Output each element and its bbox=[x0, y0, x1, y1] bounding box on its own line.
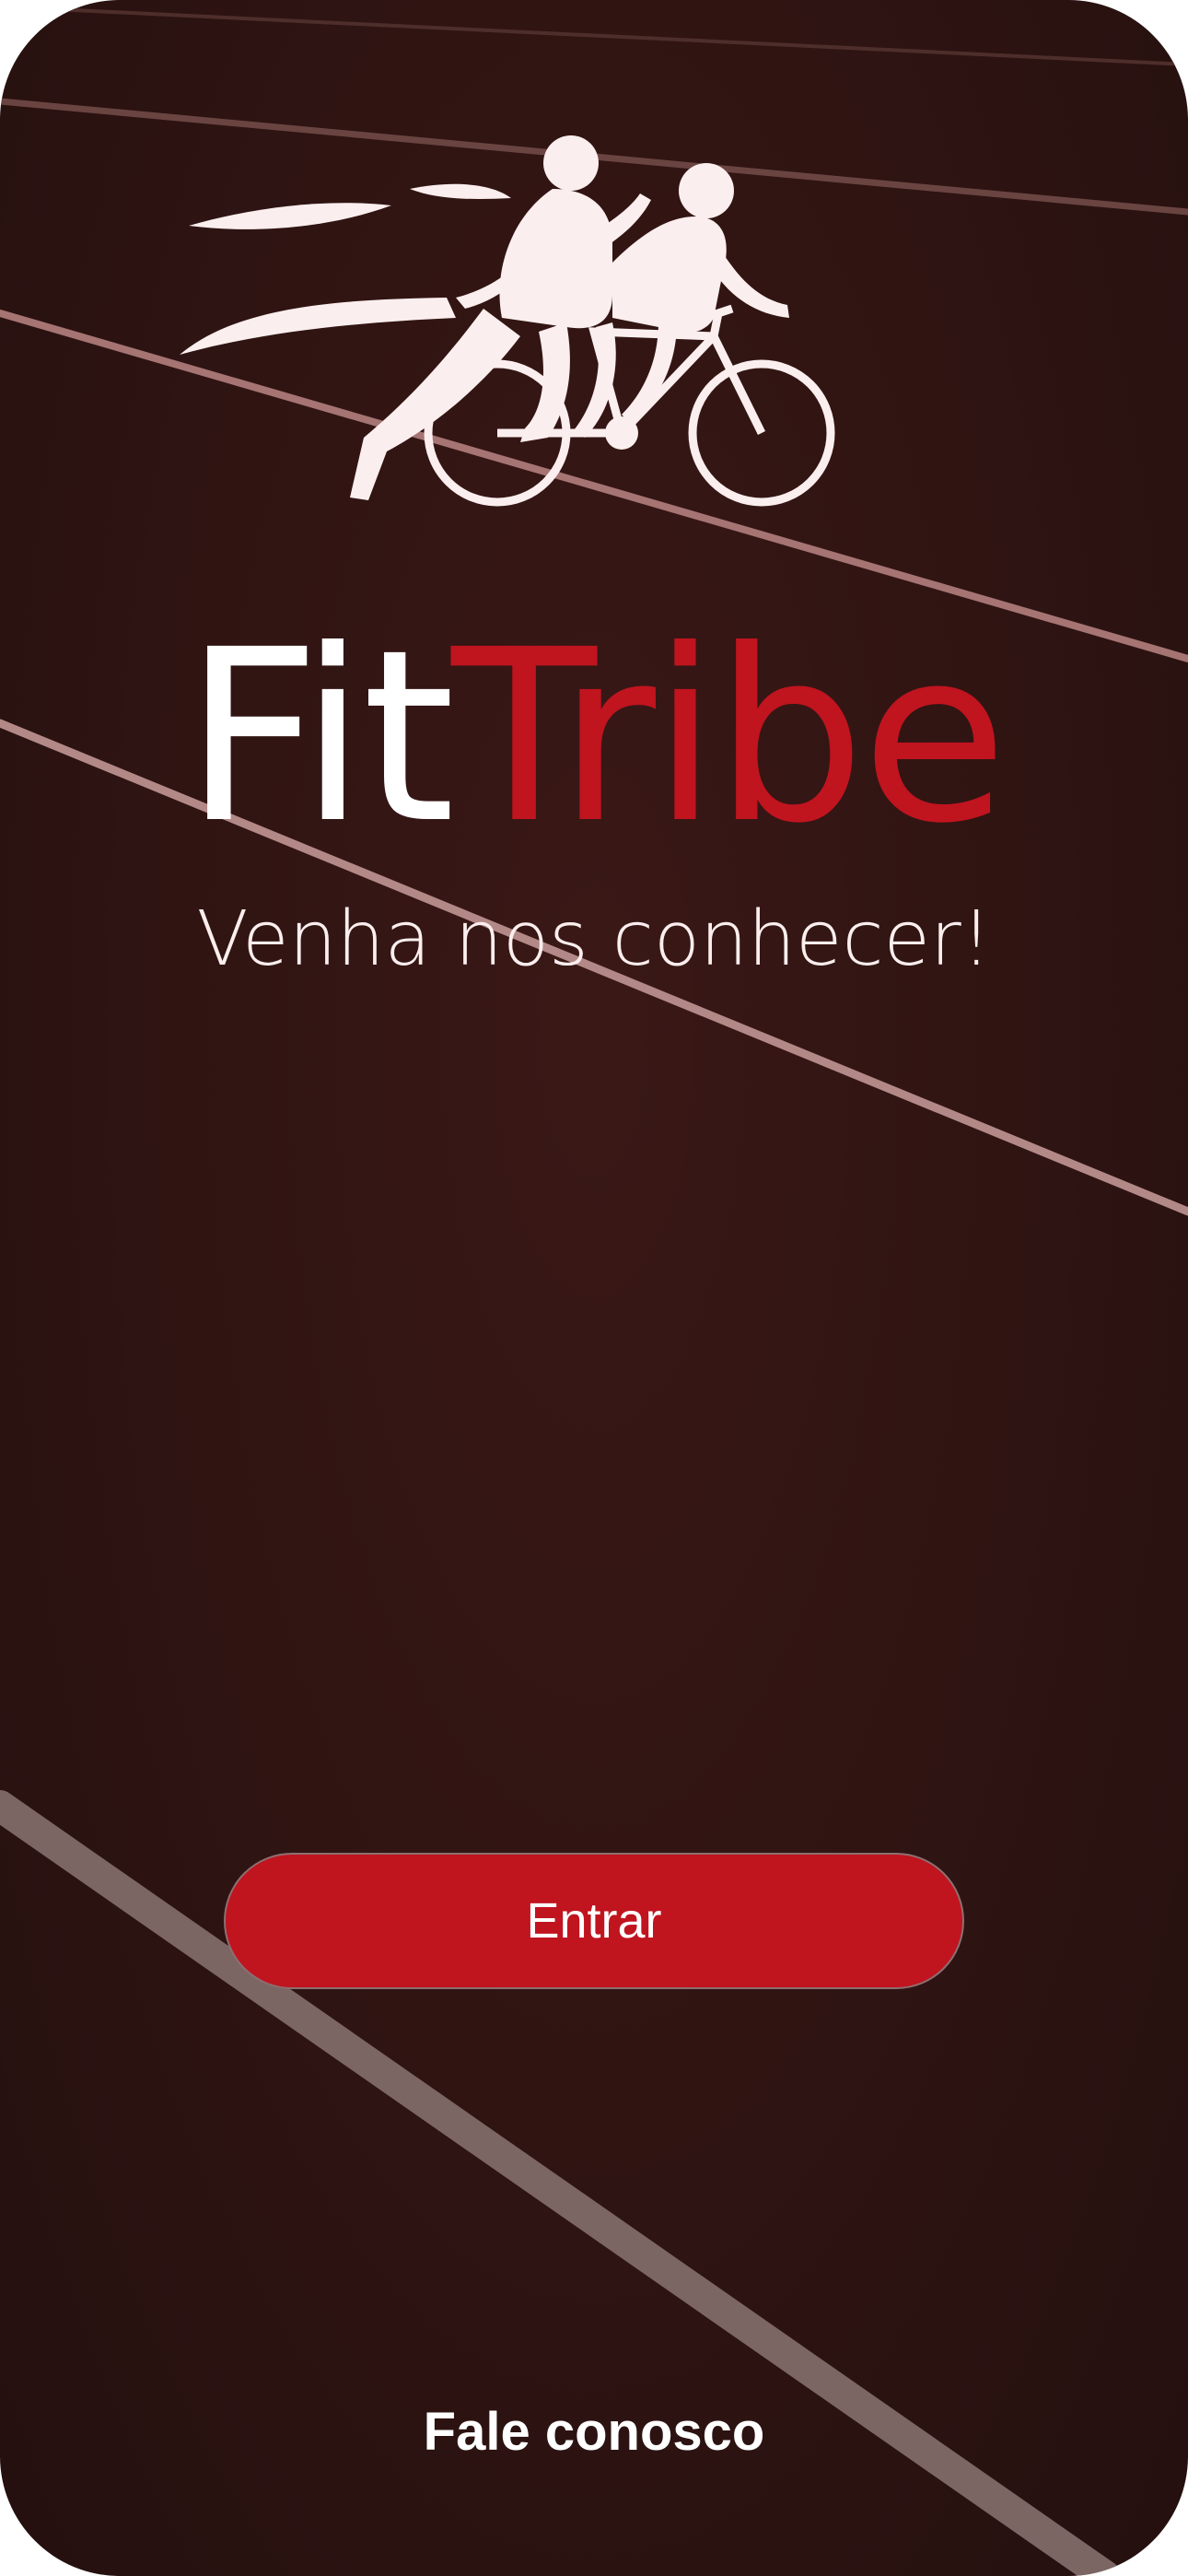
enter-button[interactable]: Entrar bbox=[224, 1853, 964, 1989]
app-title-tribe: Tribe bbox=[451, 599, 1007, 875]
app-title: FitTribe bbox=[0, 599, 1188, 875]
app-title-fit: Fit bbox=[183, 599, 455, 875]
tagline: Venha nos conhecer! bbox=[196, 896, 992, 983]
runner-and-cyclist-icon bbox=[180, 135, 835, 507]
contact-us-link[interactable]: Fale conosco bbox=[0, 2395, 1188, 2469]
welcome-screen: FitTribe Venha nos conhecer! Entrar Fale… bbox=[0, 0, 1188, 2576]
